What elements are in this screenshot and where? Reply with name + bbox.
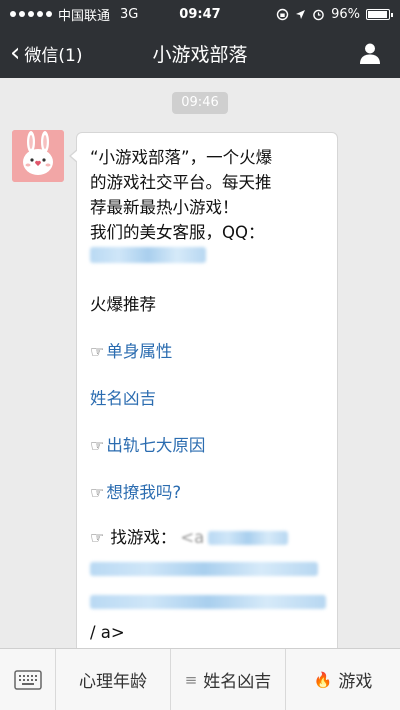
link-label: 出轨七大原因 (106, 436, 206, 455)
menu-games[interactable]: 🔥 游戏 (286, 649, 400, 710)
submenu-icon: ≡ (184, 670, 198, 689)
message-timestamp: 09:46 (172, 92, 228, 114)
menu-label: 心理年龄 (79, 672, 147, 692)
find-games-row: ☞ 找游戏： <a (90, 525, 323, 550)
fire-icon: 🔥 (313, 670, 333, 689)
battery-icon (366, 8, 393, 20)
pointing-hand-icon: ☞ (90, 528, 105, 547)
redacted-link[interactable] (90, 562, 318, 576)
message-bubble[interactable]: “小游戏部落”，一个火爆 的游戏社交平台。每天推 荐最新最热小游戏！ 我们的美女… (69, 132, 338, 648)
link-name-fortune[interactable]: 姓名凶吉 (90, 386, 323, 411)
back-button[interactable]: ‹ 微信(1) (0, 40, 83, 66)
menu-label: 游戏 (338, 672, 373, 692)
carrier-name: 中国联通 (58, 8, 111, 24)
link-single-attribute[interactable]: ☞ 单身属性 (90, 339, 323, 364)
redacted-link[interactable] (90, 595, 326, 609)
battery-percent: 96% (331, 6, 360, 22)
redacted-qq-number (90, 247, 206, 263)
link-flirt[interactable]: ☞ 想撩我吗? (90, 480, 323, 505)
alarm-icon (313, 9, 324, 20)
menu-name-fortune[interactable]: ≡ 姓名凶吉 (171, 649, 286, 710)
chat-area[interactable]: 09:46 “小游戏部落”，一个火爆 的游戏社交平台。每天推 荐最新最热小游戏！… (0, 78, 400, 648)
redacted-qq (90, 245, 323, 270)
redacted-link-line-2 (90, 591, 326, 616)
section-title: 火爆推荐 (90, 295, 156, 314)
status-bar: 中国联通 3G 09:47 96% (0, 0, 400, 28)
link-label: 姓名凶吉 (90, 389, 156, 408)
location-icon (296, 9, 306, 19)
nav-bar: ‹ 微信(1) 小游戏部落 (0, 28, 400, 78)
link-markup-prefix: <a (180, 528, 205, 547)
menu-psychological-age[interactable]: 心理年龄 (56, 649, 171, 710)
network-type: 3G (120, 6, 139, 22)
redacted-link-line-1 (90, 558, 323, 583)
chevron-left-icon: ‹ (10, 38, 21, 68)
link-label: 想撩我吗? (106, 483, 182, 502)
rotation-lock-icon (276, 8, 289, 20)
message-intro: “小游戏部落”，一个火爆 的游戏社交平台。每天推 荐最新最热小游戏！ 我们的美女… (90, 148, 273, 242)
find-games-label: 找游戏： (110, 528, 177, 547)
pointing-hand-icon: ☞ (90, 483, 105, 502)
redacted-link[interactable] (208, 530, 289, 545)
rabbit-avatar-icon (12, 130, 64, 182)
link-label: 单身属性 (106, 342, 173, 361)
menu-label: 姓名凶吉 (203, 672, 272, 692)
pointing-hand-icon: ☞ (90, 436, 105, 455)
keyboard-toggle-button[interactable] (0, 649, 56, 710)
pointing-hand-icon: ☞ (90, 342, 105, 361)
link-markup-closing: / a> (90, 623, 125, 642)
bottom-menu: 心理年龄 ≡ 姓名凶吉 🔥 游戏 (0, 648, 400, 710)
keyboard-icon (13, 669, 42, 690)
link-affair-reasons[interactable]: ☞ 出轨七大原因 (90, 433, 323, 458)
user-profile-icon[interactable] (358, 41, 382, 65)
battery-fill (368, 10, 388, 18)
signal-strength-icon (10, 11, 52, 17)
avatar[interactable] (12, 130, 64, 182)
back-label: 微信(1) (24, 45, 83, 66)
